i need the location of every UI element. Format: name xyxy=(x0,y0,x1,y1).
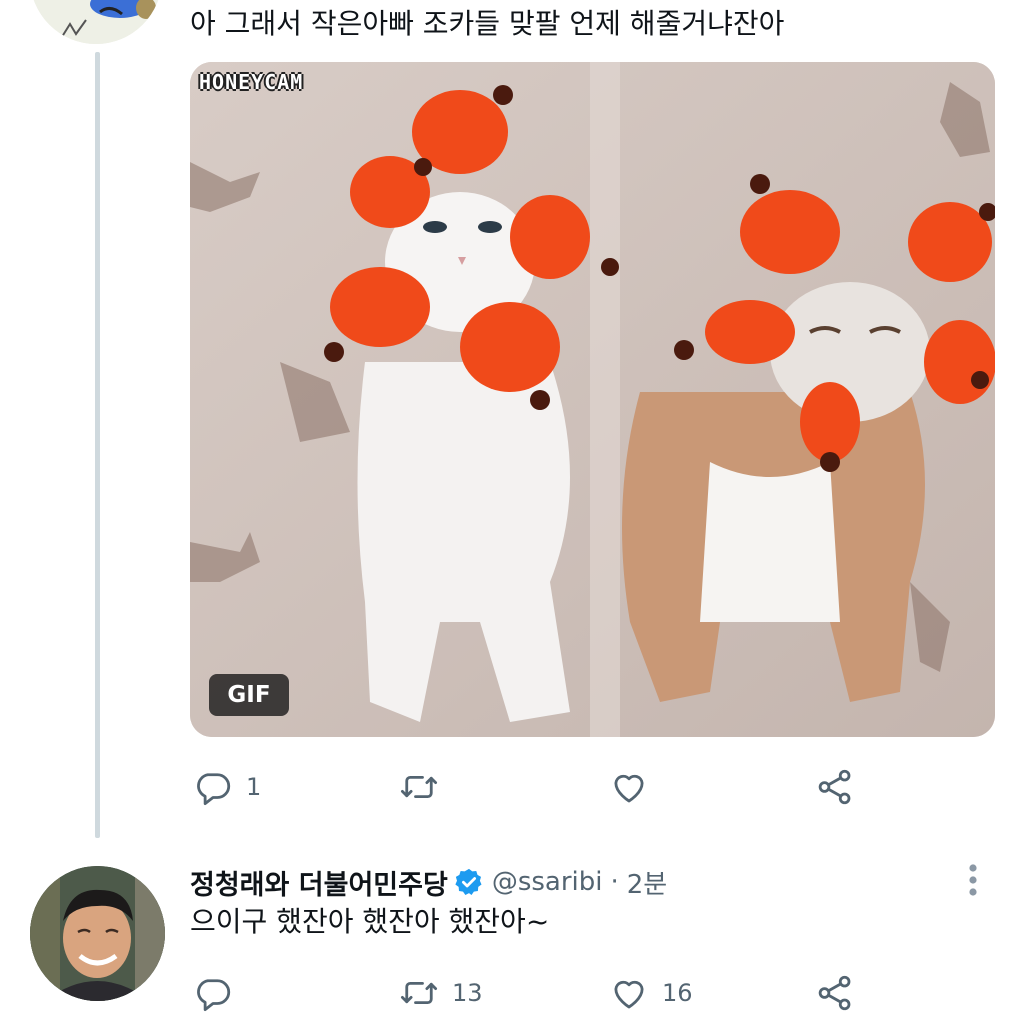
profile-photo xyxy=(30,866,165,1001)
like-button[interactable]: 16 xyxy=(608,968,693,1018)
reply-button[interactable]: 1 xyxy=(192,762,261,812)
tweet-actions: 1 xyxy=(190,762,890,812)
display-name[interactable]: 정청래와 더불어민주당 xyxy=(190,863,448,902)
share-button[interactable] xyxy=(814,762,856,812)
retweet-button[interactable]: 13 xyxy=(398,968,483,1018)
retweet-button[interactable] xyxy=(398,762,452,812)
cats-in-flower-hats-image xyxy=(190,62,995,737)
tweet-text: 으이구 했잔아 했잔아 했잔아~ xyxy=(190,905,550,938)
more-options-icon[interactable] xyxy=(958,862,988,898)
heart-icon xyxy=(614,774,644,803)
separator-dot: · xyxy=(610,867,619,897)
verified-badge-icon xyxy=(455,868,482,895)
avatar[interactable] xyxy=(30,866,165,1001)
heart-icon xyxy=(614,980,644,1009)
reply-count: 1 xyxy=(246,773,262,801)
retweet-count: 13 xyxy=(452,979,483,1007)
like-button[interactable] xyxy=(608,762,662,812)
avatar[interactable] xyxy=(30,0,162,44)
share-icon xyxy=(818,975,851,1011)
gif-badge[interactable]: GIF xyxy=(209,674,289,716)
tweet-actions: 13 16 xyxy=(190,968,890,1018)
retweet-icon xyxy=(400,775,438,799)
tweet-media-gif[interactable]: HONEYCAM GIF xyxy=(190,62,995,737)
avatar-illustration xyxy=(30,0,162,44)
share-button[interactable] xyxy=(814,968,856,1018)
timestamp[interactable]: 2분 xyxy=(627,864,667,901)
tweet-text: 아 그래서 작은아빠 조카들 맞팔 언제 해줄거냐잔아 xyxy=(190,7,785,40)
reply-icon xyxy=(197,773,231,806)
tweet-header: 정청래와 더불어민주당 @ssaribi · 2분 xyxy=(190,862,667,902)
thread-connector-line xyxy=(95,52,100,838)
honeycam-watermark: HONEYCAM xyxy=(199,70,304,94)
share-icon xyxy=(818,769,851,805)
retweet-icon xyxy=(400,981,438,1005)
user-handle[interactable]: @ssaribi xyxy=(492,867,603,897)
like-count: 16 xyxy=(662,979,693,1007)
reply-button[interactable] xyxy=(192,968,246,1018)
reply-icon xyxy=(197,979,231,1012)
